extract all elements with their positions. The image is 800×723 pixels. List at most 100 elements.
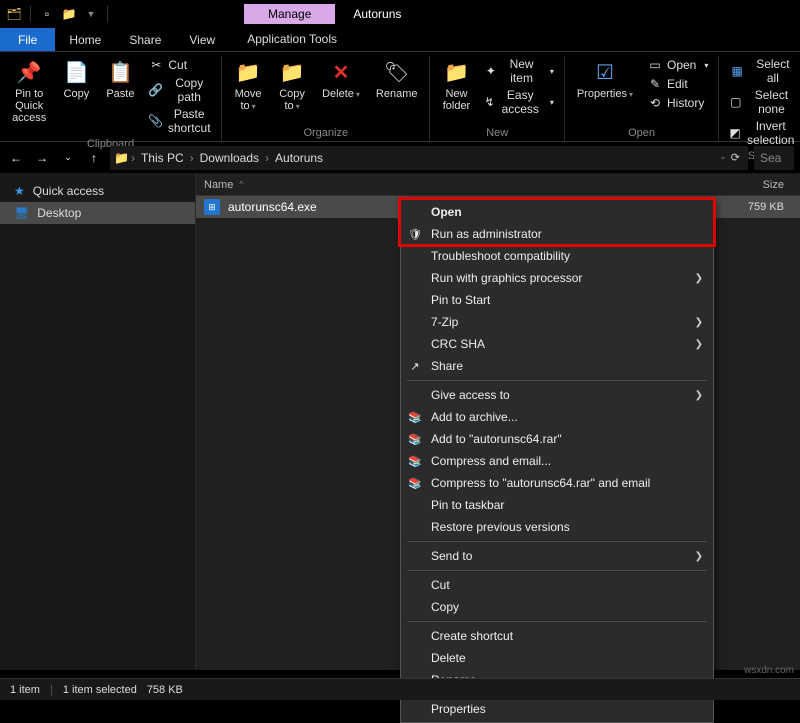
ctx-pin-taskbar[interactable]: Pin to taskbar [401, 494, 713, 516]
search-input[interactable]: Sea [754, 146, 794, 170]
copy-icon: 📄 [62, 58, 90, 86]
archive-icon: 📚 [407, 453, 423, 469]
separator [407, 621, 707, 622]
tab-home[interactable]: Home [55, 28, 115, 51]
history-button[interactable]: ⟲History [643, 94, 712, 112]
select-all-icon: ▦ [729, 63, 745, 79]
chevron-right-icon[interactable]: › [131, 151, 135, 165]
edit-button[interactable]: ✎Edit [643, 75, 712, 93]
properties-button[interactable]: ☑Properties [571, 56, 639, 103]
back-button[interactable]: ← [6, 148, 26, 168]
ctx-run-gpu[interactable]: Run with graphics processor❯ [401, 267, 713, 289]
breadcrumb-segment[interactable]: This PC [137, 151, 188, 165]
status-bar: 1 item | 1 item selected 758 KB [0, 678, 800, 700]
separator: | [50, 684, 53, 696]
select-all-button[interactable]: ▦Select all [725, 56, 800, 86]
ctx-restore[interactable]: Restore previous versions [401, 516, 713, 538]
column-size[interactable]: Size [755, 179, 800, 191]
tab-application-tools[interactable]: Application Tools [229, 28, 355, 51]
invert-selection-button[interactable]: ◩Invert selection [725, 118, 800, 148]
pin-icon: 📌 [15, 58, 43, 86]
delete-button[interactable]: ✕Delete [316, 56, 366, 103]
ctx-7zip[interactable]: 7-Zip❯ [401, 311, 713, 333]
easy-access-button[interactable]: ↯Easy access▾ [480, 87, 557, 117]
archive-icon: 📚 [407, 475, 423, 491]
file-size: 759 KB [748, 201, 792, 213]
copy-button[interactable]: 📄Copy [56, 56, 96, 102]
breadcrumb-segment[interactable]: Downloads [196, 151, 263, 165]
ctx-add-rar[interactable]: 📚Add to "autorunsc64.rar" [401, 428, 713, 450]
chevron-right-icon: ❯ [695, 273, 703, 284]
ctx-create-shortcut[interactable]: Create shortcut [401, 625, 713, 647]
dropdown-icon[interactable]: ⌄ [719, 151, 727, 164]
chevron-right-icon[interactable]: › [190, 151, 194, 165]
paste-shortcut-button[interactable]: 📎Paste shortcut [144, 106, 215, 136]
folder-icon: 📁 [114, 151, 129, 165]
ctx-compress-rar-email[interactable]: 📚Compress to "autorunsc64.rar" and email [401, 472, 713, 494]
up-button[interactable]: ↑ [84, 148, 104, 168]
pin-button[interactable]: 📌Pin to Quick access [6, 56, 52, 126]
ctx-delete[interactable]: Delete [401, 647, 713, 669]
breadcrumb[interactable]: 📁 › This PC › Downloads › Autoruns ⌄ ⟳ [110, 146, 748, 170]
share-icon: ↗ [407, 358, 423, 374]
address-bar: ← → ⌄ ↑ 📁 › This PC › Downloads › Autoru… [0, 142, 800, 174]
move-to-button[interactable]: 📁Move to [228, 56, 268, 115]
tab-file[interactable]: File [0, 28, 55, 51]
forward-button[interactable]: → [32, 148, 52, 168]
tab-view[interactable]: View [175, 28, 229, 51]
ctx-add-archive[interactable]: 📚Add to archive... [401, 406, 713, 428]
copy-to-button[interactable]: 📁Copy to [272, 56, 312, 115]
sidebar-item-label: Quick access [33, 184, 104, 198]
breadcrumb-segment[interactable]: Autoruns [271, 151, 327, 165]
navigation-pane: ★ Quick access 🖥 Desktop [0, 174, 196, 670]
ctx-open[interactable]: Open [401, 201, 713, 223]
cut-icon: ✂ [148, 57, 164, 73]
ctx-send-to[interactable]: Send to❯ [401, 545, 713, 567]
ctx-compress-email[interactable]: 📚Compress and email... [401, 450, 713, 472]
folder-icon[interactable]: 📁 [61, 6, 77, 22]
paste-button[interactable]: 📋Paste [100, 56, 140, 102]
ctx-run-admin[interactable]: 🛡Run as administrator [401, 223, 713, 245]
ctx-pin-start[interactable]: Pin to Start [401, 289, 713, 311]
copy-path-button[interactable]: 🔗Copy path [144, 75, 215, 105]
ctx-cut[interactable]: Cut [401, 574, 713, 596]
quick-access-toolbar: 🗂 ▫ 📁 ▼ [0, 6, 116, 22]
new-item-button[interactable]: ✦New item▾ [480, 56, 557, 86]
select-none-button[interactable]: ▢Select none [725, 87, 800, 117]
ctx-crc[interactable]: CRC SHA❯ [401, 333, 713, 355]
ribbon: 📌Pin to Quick access 📄Copy 📋Paste ✂Cut 🔗… [0, 52, 800, 142]
desktop-icon: 🖥 [14, 206, 29, 220]
recent-button[interactable]: ⌄ [58, 148, 78, 168]
ctx-copy[interactable]: Copy [401, 596, 713, 618]
select-none-icon: ▢ [729, 94, 742, 110]
refresh-icon[interactable]: ⟳ [731, 151, 740, 164]
column-name[interactable]: Name^ [196, 179, 426, 191]
tab-share[interactable]: Share [115, 28, 175, 51]
status-selected: 1 item selected [63, 684, 137, 696]
watermark: wsxdn.com [744, 665, 794, 676]
shortcut-icon: 📎 [148, 113, 163, 129]
paste-icon: 📋 [106, 58, 134, 86]
sidebar-item-quick-access[interactable]: ★ Quick access [0, 180, 195, 202]
properties-icon: ☑ [591, 58, 619, 86]
file-icon[interactable]: ▫ [39, 6, 55, 22]
dropdown-icon[interactable]: ▼ [83, 6, 99, 22]
chevron-right-icon[interactable]: › [265, 151, 269, 165]
ctx-troubleshoot[interactable]: Troubleshoot compatibility [401, 245, 713, 267]
ctx-share[interactable]: ↗Share [401, 355, 713, 377]
menu-bar: File Home Share View Application Tools [0, 28, 800, 52]
cut-button[interactable]: ✂Cut [144, 56, 215, 74]
archive-icon: 📚 [407, 431, 423, 447]
move-icon: 📁 [234, 58, 262, 86]
edit-icon: ✎ [647, 76, 663, 92]
sidebar-item-desktop[interactable]: 🖥 Desktop [0, 202, 195, 224]
ctx-give-access[interactable]: Give access to❯ [401, 384, 713, 406]
ctx-properties[interactable]: Properties [401, 698, 713, 720]
manage-tab[interactable]: Manage [244, 4, 335, 24]
status-size: 758 KB [147, 684, 183, 696]
open-button[interactable]: ▭Open▾ [643, 56, 712, 74]
rename-button[interactable]: 🏷Rename [370, 56, 424, 102]
folder-icon[interactable]: 🗂 [6, 6, 22, 22]
new-folder-button[interactable]: 📁New folder [436, 56, 476, 114]
exe-icon: ⊞ [204, 199, 220, 215]
